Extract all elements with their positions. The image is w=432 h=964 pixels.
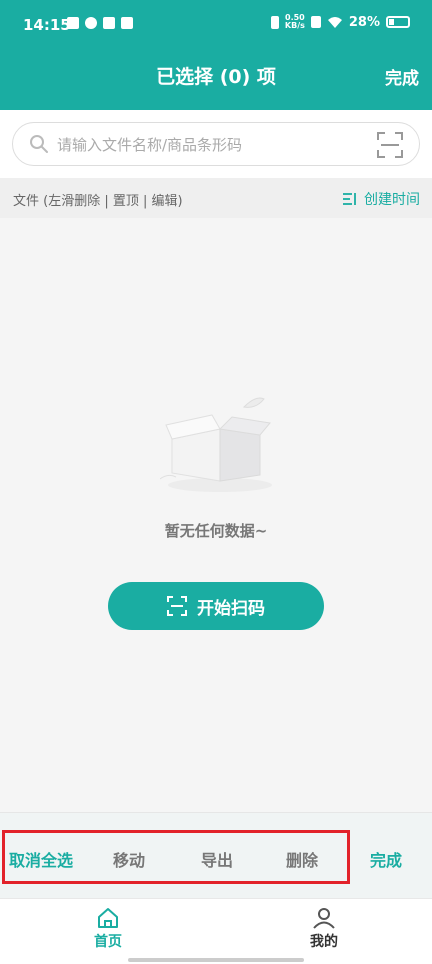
done-button-top[interactable]: 完成	[385, 64, 419, 89]
header: 14:15 0.50 KB/s 28% 已选择 (0) 项 完成	[0, 0, 432, 110]
search-icon	[30, 135, 48, 153]
list-header: 文件 (左滑删除 | 置顶 | 编辑) 创建时间	[0, 178, 432, 218]
tab-bar: 首页 我的	[0, 898, 432, 964]
sort-icon	[343, 193, 356, 205]
cancel-select-all-button[interactable]: 取消全选	[9, 847, 73, 871]
notification-icons	[67, 17, 133, 29]
tab-mine[interactable]: 我的	[294, 907, 354, 951]
page-title: 已选择 (0) 项	[156, 66, 276, 88]
home-icon	[98, 908, 118, 928]
status-time: 14:15	[23, 16, 71, 34]
status-indicators: 0.50 KB/s 28%	[270, 14, 410, 30]
search-bar[interactable]	[12, 122, 420, 166]
message-notification-icon	[121, 17, 133, 29]
sort-button[interactable]: 创建时间	[342, 189, 420, 209]
export-button[interactable]: 导出	[201, 847, 233, 871]
tab-home[interactable]: 首页	[78, 907, 138, 951]
done-button-bottom[interactable]: 完成	[370, 847, 402, 871]
battery-fill	[389, 19, 394, 25]
app-notification-icon	[67, 17, 79, 29]
tab-mine-label: 我的	[310, 934, 338, 950]
empty-message: 暂无任何数据~	[164, 522, 268, 540]
delete-button[interactable]: 删除	[286, 847, 318, 871]
search-input[interactable]	[57, 134, 357, 156]
highlighted-action-group: 取消全选 移动 导出 删除	[2, 830, 350, 884]
list-hint: 文件 (左滑删除 | 置顶 | 编辑)	[13, 194, 183, 209]
sort-label: 创建时间	[364, 192, 420, 208]
start-scan-button[interactable]: 开始扫码	[108, 582, 324, 630]
scan-icon	[167, 596, 187, 616]
home-indicator	[128, 958, 304, 962]
net-speed: 0.50 KB/s	[285, 14, 305, 30]
leaf-notification-icon	[85, 17, 97, 29]
empty-box-icon	[160, 397, 272, 492]
battery-percent: 28%	[348, 14, 380, 30]
move-button[interactable]: 移动	[113, 847, 145, 871]
vibrate-icon	[270, 15, 279, 29]
crown-notification-icon	[103, 17, 115, 29]
tab-home-label: 首页	[94, 934, 122, 950]
search-section	[0, 110, 432, 178]
sim-off-icon	[310, 16, 321, 28]
start-scan-label: 开始扫码	[197, 598, 265, 619]
person-icon	[313, 908, 335, 929]
selection-action-bar: 取消全选 移动 导出 删除 完成	[0, 812, 432, 898]
status-bar: 14:15 0.50 KB/s 28%	[0, 0, 432, 50]
net-speed-unit: KB/s	[284, 21, 305, 30]
battery-icon	[386, 16, 410, 28]
wifi-icon	[327, 16, 342, 28]
scan-icon[interactable]	[377, 132, 403, 158]
